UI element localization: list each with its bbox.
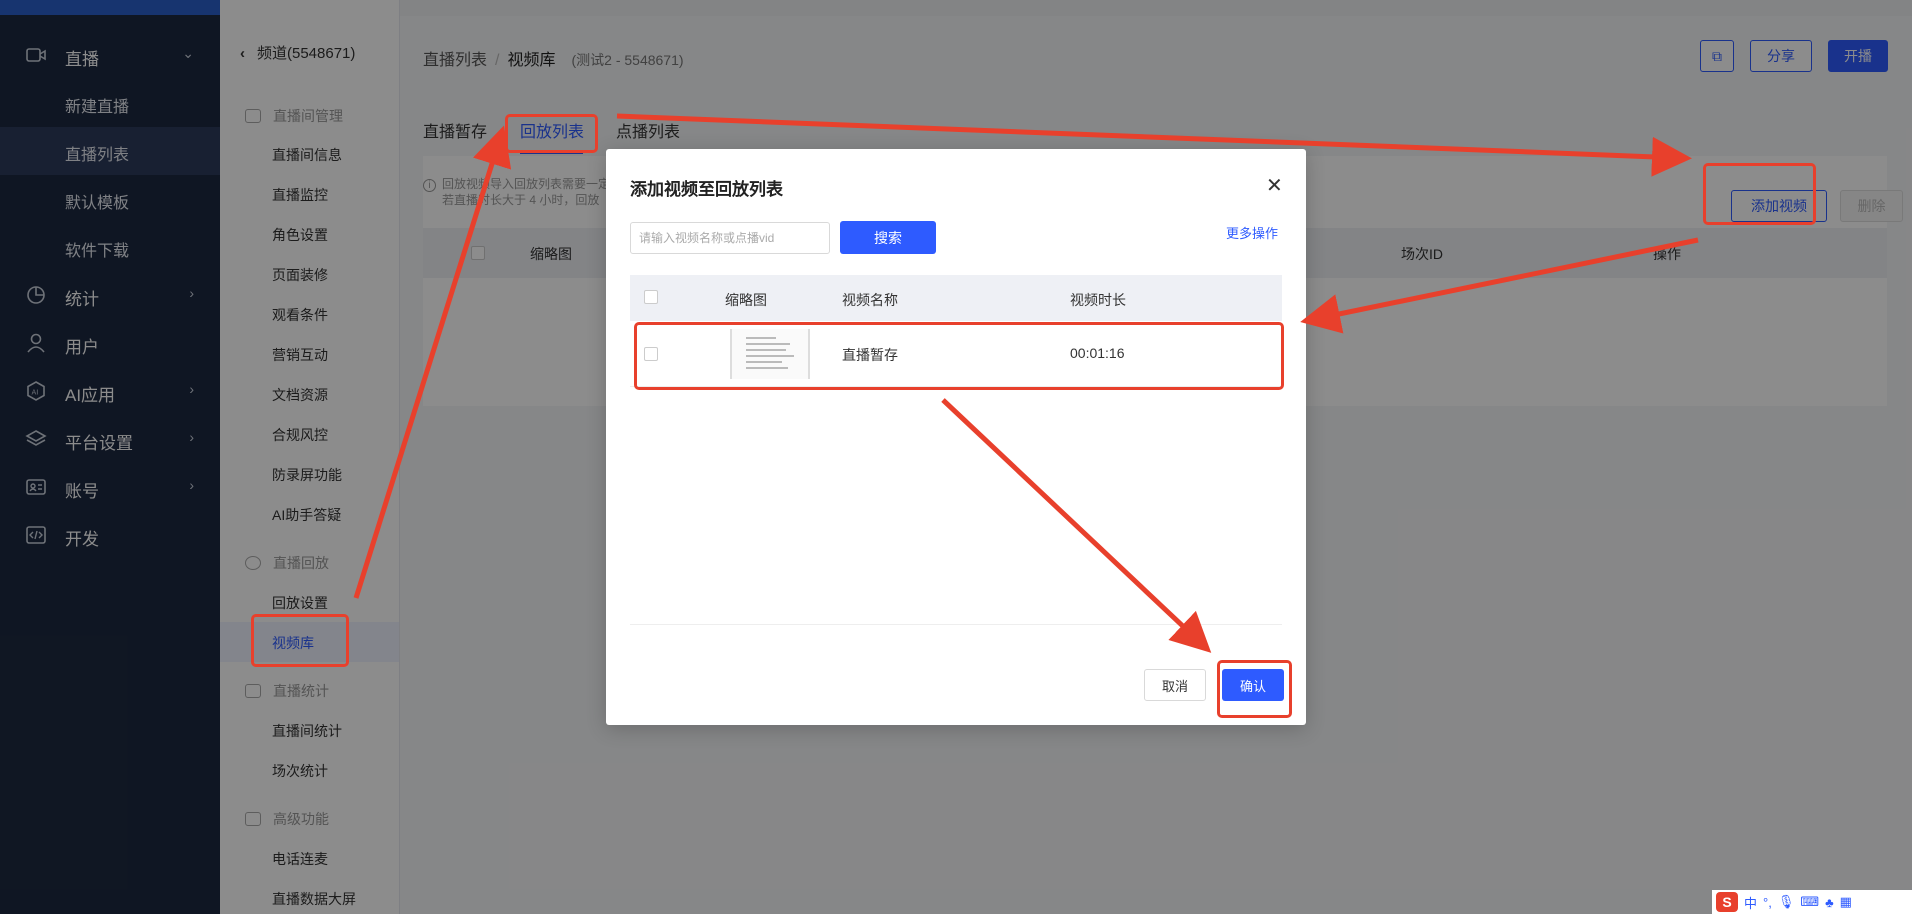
sogou-logo-icon: S	[1716, 892, 1738, 912]
search-button[interactable]: 搜索	[840, 221, 936, 254]
video-search-input[interactable]	[630, 222, 830, 254]
ime-toolbar[interactable]: S 中 °, 🎙 ⌨ ♣ ▦	[1712, 890, 1912, 914]
cancel-button[interactable]: 取消	[1144, 669, 1206, 701]
col-video-name: 视频名称	[842, 292, 898, 308]
modal-select-all-checkbox[interactable]	[644, 290, 658, 304]
table-row[interactable]: 直播暂存 00:01:16	[630, 321, 1282, 387]
skin-icon[interactable]: ♣	[1825, 895, 1834, 910]
video-thumbnail	[730, 329, 810, 379]
ime-language[interactable]: 中	[1744, 893, 1757, 912]
keyboard-icon[interactable]: ⌨	[1800, 894, 1819, 910]
add-video-modal: 添加视频至回放列表 ✕ 搜索 更多操作 缩略图 视频名称 视频时长 直播暂存 0…	[606, 149, 1306, 725]
modal-divider	[630, 624, 1282, 625]
video-duration: 00:01:16	[1070, 345, 1125, 361]
col-thumbnail: 缩略图	[725, 292, 767, 308]
modal-title: 添加视频至回放列表	[630, 180, 783, 199]
close-icon[interactable]: ✕	[1266, 173, 1283, 198]
video-name: 直播暂存	[842, 347, 898, 363]
confirm-button[interactable]: 确认	[1222, 669, 1284, 701]
more-actions-link[interactable]: 更多操作	[1226, 223, 1278, 242]
microphone-icon[interactable]: 🎙	[1778, 894, 1795, 910]
punctuation-icon[interactable]: °,	[1763, 895, 1772, 910]
col-duration: 视频时长	[1070, 292, 1126, 308]
row-checkbox[interactable]	[644, 347, 658, 361]
grid-icon[interactable]: ▦	[1840, 894, 1852, 910]
modal-table-header: 缩略图 视频名称 视频时长	[630, 275, 1282, 321]
